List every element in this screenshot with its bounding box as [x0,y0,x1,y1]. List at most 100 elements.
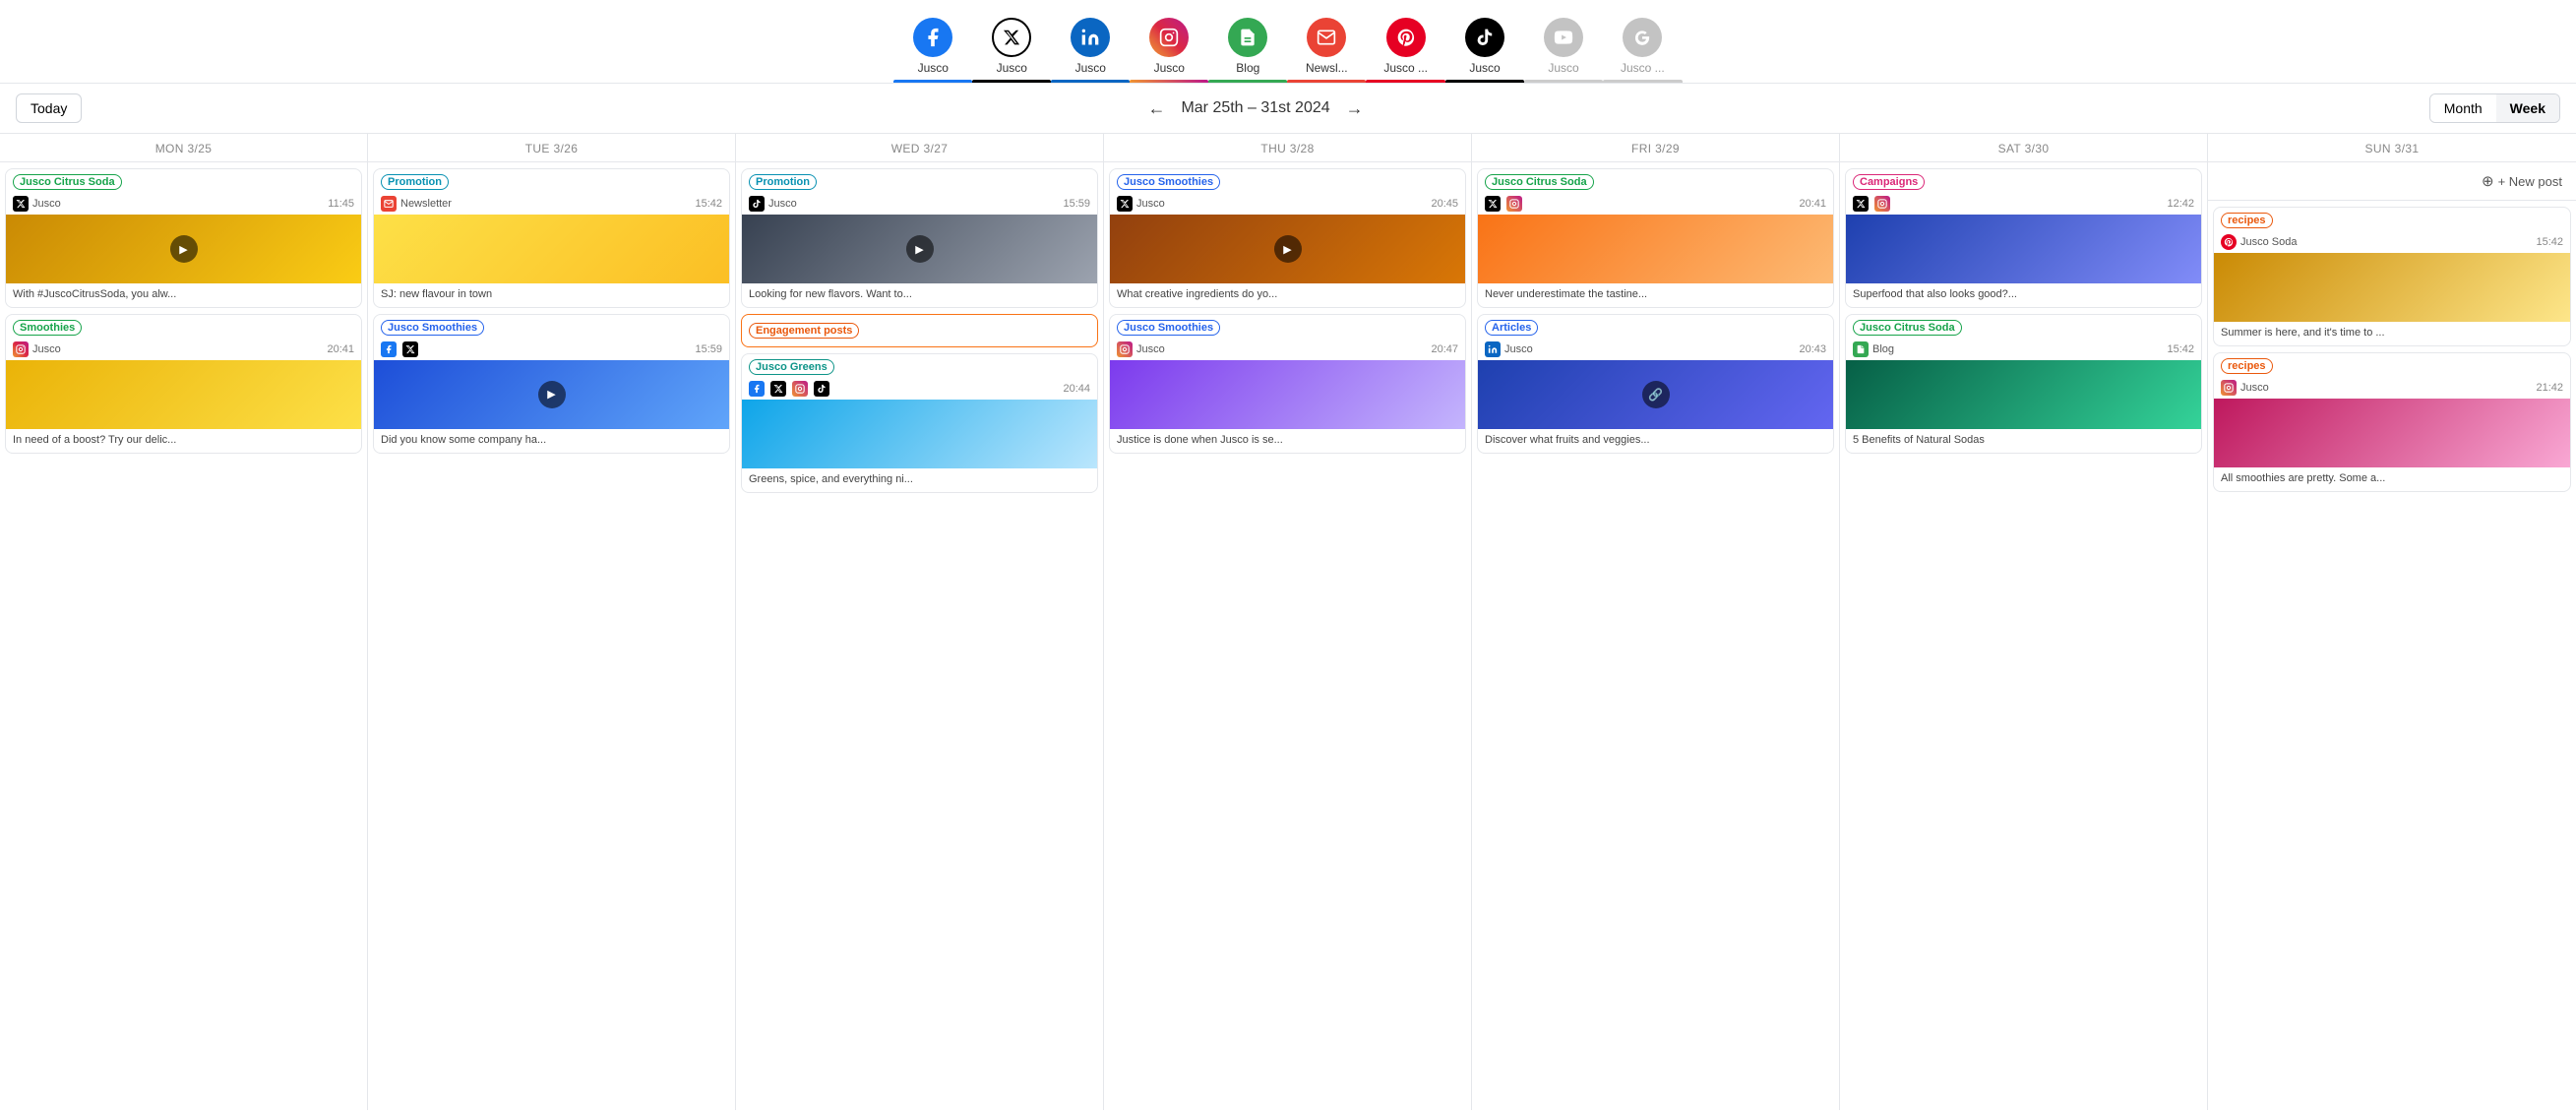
post-tag: Jusco Citrus Soda [1853,320,1962,336]
video-badge: ▶ [538,381,566,408]
post-time: 21:42 [2536,382,2563,394]
post-time: 15:42 [695,198,722,210]
post-time: 15:42 [2167,343,2194,355]
nav-underline-instagram [1130,80,1208,83]
post-image-wrap [742,400,1097,468]
post-image-wrap: ▶ [742,215,1097,283]
link-badge: 🔗 [1642,381,1670,408]
nav-item-instagram[interactable]: Jusco [1130,10,1208,83]
post-time: 20:43 [1799,343,1826,355]
post-card[interactable]: Jusco Citrus Soda 20:41 Never underestim… [1477,168,1834,308]
calendar-nav: ← Mar 25th – 31st 2024 → [92,98,2419,119]
post-tag: Promotion [749,174,817,190]
post-card[interactable]: Jusco Citrus Soda Blog 15:42 5 Benefits … [1845,314,2202,454]
post-meta: Jusco 20:47 [1110,339,1465,360]
post-card[interactable]: Smoothies Jusco 20:41 In need of a boost… [5,314,362,454]
account-name: Jusco Soda [2240,236,2297,248]
play-icon: ▶ [1283,243,1291,256]
today-button[interactable]: Today [16,93,82,123]
nav-item-youtube[interactable]: Jusco [1524,10,1603,83]
post-card[interactable]: Engagement posts [741,314,1098,347]
post-text: Discover what fruits and veggies... [1478,429,1833,453]
post-text: What creative ingredients do yo... [1110,283,1465,307]
play-icon: ▶ [547,388,555,401]
post-time: 20:41 [327,343,354,355]
post-image [2214,399,2570,467]
post-tag: Jusco Citrus Soda [13,174,122,190]
post-image [2214,253,2570,322]
week-view-button[interactable]: Week [2496,94,2559,122]
post-tag: Smoothies [13,320,82,336]
nav-underline-blog [1208,80,1287,83]
account-name: Jusco [32,198,61,210]
post-card[interactable]: recipes Jusco Soda 15:42 Summer is here,… [2213,207,2571,346]
nav-item-google[interactable]: Jusco ... [1603,10,1683,83]
post-image-wrap [1846,215,2201,283]
post-tag: recipes [2221,358,2273,374]
post-meta: 20:41 [1478,193,1833,215]
post-time: 15:59 [695,343,722,355]
nav-item-twitter[interactable]: Jusco [972,10,1051,83]
post-card[interactable]: recipes Jusco 21:42 All smoothies are pr… [2213,352,2571,492]
post-meta: Jusco 15:59 [742,193,1097,215]
account-name: Jusco [32,343,61,355]
post-tag: Promotion [381,174,449,190]
post-text: Never underestimate the tastine... [1478,283,1833,307]
nav-item-linkedin[interactable]: Jusco [1051,10,1130,83]
day-header-tue: TUE 3/26 [368,134,735,162]
post-card[interactable]: Jusco Citrus Soda Jusco 11:45 ▶ With #Ju… [5,168,362,308]
day-body-sat: Campaigns 12:42 Superfood that also look… [1840,162,2207,1110]
post-card[interactable]: Promotion Newsletter 15:42 SJ: new flavo… [373,168,730,308]
post-image [374,215,729,283]
x-platform-icon [1117,196,1133,212]
post-text: In need of a boost? Try our delic... [6,429,361,453]
post-image [742,400,1097,468]
post-image-wrap: ▶ [374,360,729,429]
day-header-mon: MON 3/25 [0,134,367,162]
nav-item-facebook[interactable]: Jusco [893,10,972,83]
ig-platform-icon [792,381,808,397]
day-col-thu: THU 3/28 Jusco Smoothies Jusco 20:45 ▶ W [1104,134,1472,1110]
post-card[interactable]: Jusco Greens 20:44 [741,353,1098,493]
li-platform-icon [1485,341,1501,357]
month-view-button[interactable]: Month [2430,94,2496,122]
post-card[interactable]: Articles Jusco 20:43 🔗 Discover what fru… [1477,314,1834,454]
post-time: 15:42 [2536,236,2563,248]
nav-item-pinterest[interactable]: Jusco ... [1366,10,1445,83]
x-platform-icon [402,341,418,357]
nav-item-blog[interactable]: Blog [1208,10,1287,83]
post-tag: Jusco Smoothies [1117,174,1220,190]
day-header-fri: FRI 3/29 [1472,134,1839,162]
day-col-fri: FRI 3/29 Jusco Citrus Soda 20:41 [1472,134,1840,1110]
facebook-icon [913,18,952,57]
new-post-area: ⊕ + New post [2208,162,2576,201]
post-meta: Jusco 20:41 [6,339,361,360]
post-card[interactable]: Jusco Smoothies Jusco 20:47 Justice is d… [1109,314,1466,454]
post-text: Greens, spice, and everything ni... [742,468,1097,492]
new-post-button[interactable]: ⊕ + New post [2476,168,2568,194]
day-body-wed: Promotion Jusco 15:59 ▶ Looking for new … [736,162,1103,1110]
post-card[interactable]: Jusco Smoothies Jusco 20:45 ▶ What creat… [1109,168,1466,308]
post-text: Looking for new flavors. Want to... [742,283,1097,307]
day-col-tue: TUE 3/26 Promotion Newsletter 15:42 SJ: … [368,134,736,1110]
post-time: 12:42 [2167,198,2194,210]
tt-platform-icon [749,196,765,212]
post-card[interactable]: Jusco Smoothies 15:59 ▶ Did you know som… [373,314,730,454]
post-text: Justice is done when Jusco is se... [1110,429,1465,453]
post-image-wrap [374,215,729,283]
next-week-button[interactable]: → [1346,98,1364,119]
video-badge: ▶ [906,235,934,263]
account-name: Jusco [1136,198,1165,210]
twitter-icon [992,18,1031,57]
post-image [6,360,361,429]
nav-item-newsletter[interactable]: Newsl... [1287,10,1366,83]
day-header-sun: SUN 3/31 [2208,134,2576,162]
prev-week-button[interactable]: ← [1147,98,1165,119]
google-icon [1623,18,1662,57]
post-card[interactable]: Campaigns 12:42 Superfood that also look… [1845,168,2202,308]
nav-item-tiktok[interactable]: Jusco [1445,10,1524,83]
ig-platform-icon [1874,196,1890,212]
post-image [1846,215,2201,283]
nav-underline-facebook [893,80,972,83]
post-card[interactable]: Promotion Jusco 15:59 ▶ Looking for new … [741,168,1098,308]
